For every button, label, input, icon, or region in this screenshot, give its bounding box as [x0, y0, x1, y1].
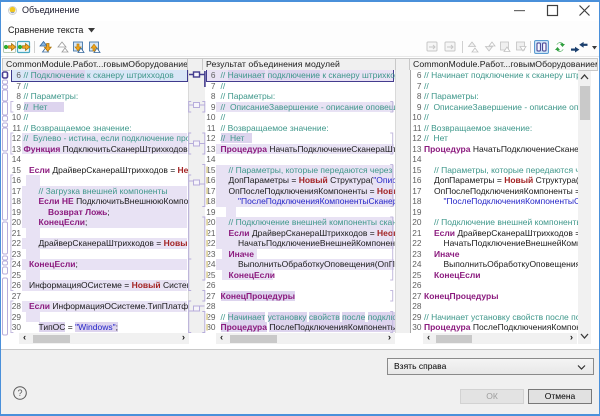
svg-text:?: ?	[17, 388, 22, 398]
